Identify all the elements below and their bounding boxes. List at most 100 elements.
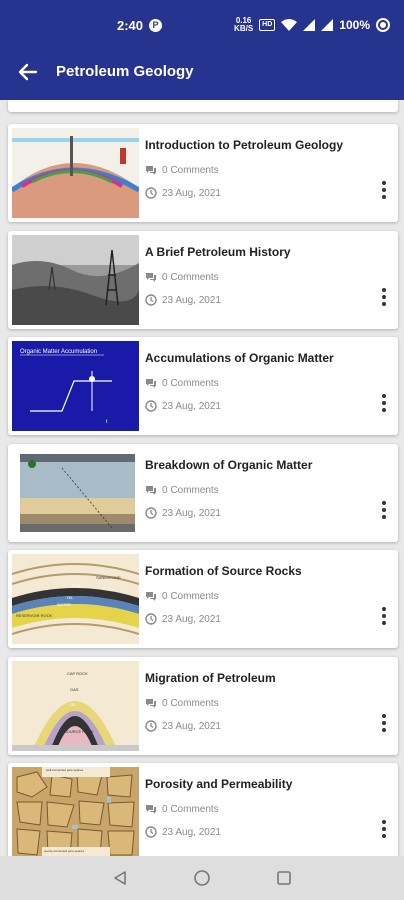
article-thumbnail: well-connected pore spaces poorly-connec… <box>12 767 139 856</box>
thumb-label-oil: OIL <box>67 595 74 600</box>
article-title: Breakdown of Organic Matter <box>145 458 313 472</box>
comments-count: 0 Comments <box>162 590 219 602</box>
comments-icon <box>146 273 156 282</box>
date-row: 23 Aug, 2021 <box>145 400 221 412</box>
article-card[interactable]: Organic Matter Accumulation t Accumulati… <box>8 337 398 435</box>
article-thumbnail <box>12 448 139 538</box>
comments-count: 0 Comments <box>162 271 219 283</box>
battery-circle-icon <box>376 18 390 32</box>
comments-row: 0 Comments <box>145 484 219 496</box>
article-card[interactable]: CAP ROCK GAS OIL SOURCE ROCK Migration o… <box>8 657 398 755</box>
system-nav-bar <box>0 856 404 900</box>
article-title: A Brief Petroleum History <box>145 245 291 259</box>
article-date: 23 Aug, 2021 <box>162 187 221 199</box>
home-circle-icon[interactable] <box>192 868 212 888</box>
comments-row: 0 Comments <box>145 590 219 602</box>
comments-icon <box>146 592 156 601</box>
thumb-label-water: WATER <box>57 602 71 607</box>
thumb-label-gas: GAS <box>72 583 81 588</box>
comments-count: 0 Comments <box>162 484 219 496</box>
article-card[interactable]: well-connected pore spaces poorly-connec… <box>8 763 398 856</box>
clock-icon <box>145 720 157 732</box>
date-row: 23 Aug, 2021 <box>145 187 221 199</box>
article-thumbnail <box>12 235 139 325</box>
date-row: 23 Aug, 2021 <box>145 720 221 732</box>
more-vert-icon[interactable] <box>376 819 392 839</box>
article-thumbnail: Organic Matter Accumulation t <box>12 341 139 431</box>
article-date: 23 Aug, 2021 <box>162 613 221 625</box>
comments-icon <box>146 805 156 814</box>
clock-icon <box>145 294 157 306</box>
comments-row: 0 Comments <box>145 271 219 283</box>
wifi-icon <box>281 19 298 31</box>
article-title: Migration of Petroleum <box>145 671 276 685</box>
comments-row: 0 Comments <box>145 377 219 389</box>
article-card[interactable]: Breakdown of Organic Matter 0 Comments 2… <box>8 444 398 542</box>
article-date: 23 Aug, 2021 <box>162 826 221 838</box>
thumb-label-gas: GAS <box>70 687 79 692</box>
comments-icon <box>146 166 156 175</box>
thumb-label-reservoir: RESERVOIR ROCK <box>16 613 52 618</box>
comments-icon <box>146 699 156 708</box>
article-card[interactable]: GAS OIL WATER RESERVOIR ROCK SANDSTONE F… <box>8 550 398 648</box>
page-title: Petroleum Geology <box>56 63 194 80</box>
app-bar: Petroleum Geology <box>0 44 404 100</box>
recents-square-icon[interactable] <box>274 868 294 888</box>
arrow-left-icon[interactable] <box>14 58 42 86</box>
clock-icon <box>145 613 157 625</box>
clock-icon <box>145 826 157 838</box>
more-vert-icon[interactable] <box>376 393 392 413</box>
status-time: 2:40 <box>117 18 144 33</box>
comments-count: 0 Comments <box>162 803 219 815</box>
clock-icon <box>145 187 157 199</box>
previous-card-edge <box>8 100 398 112</box>
comments-row: 0 Comments <box>145 164 219 176</box>
more-vert-icon[interactable] <box>376 606 392 626</box>
thumb-label-source-rock: SOURCE ROCK <box>64 729 94 734</box>
article-thumbnail: CAP ROCK GAS OIL SOURCE ROCK <box>12 661 139 751</box>
network-speed-unit: KB/S <box>234 24 254 33</box>
article-thumbnail <box>12 128 139 218</box>
thumb-label-sandstone: SANDSTONE <box>96 575 121 580</box>
notification-p-icon: P <box>149 19 162 32</box>
clock-icon <box>145 400 157 412</box>
article-date: 23 Aug, 2021 <box>162 294 221 306</box>
thumb-label-well-connected: well-connected pore spaces <box>46 768 84 772</box>
comments-icon <box>146 379 156 388</box>
more-vert-icon[interactable] <box>376 180 392 200</box>
article-title: Introduction to Petroleum Geology <box>145 138 343 152</box>
more-vert-icon[interactable] <box>376 500 392 520</box>
thumbnail-heading: Organic Matter Accumulation <box>20 349 97 355</box>
article-title: Formation of Source Rocks <box>145 564 302 578</box>
hd-icon: HD <box>259 19 276 31</box>
article-card[interactable]: Introduction to Petroleum Geology 0 Comm… <box>8 124 398 222</box>
date-row: 23 Aug, 2021 <box>145 294 221 306</box>
comments-count: 0 Comments <box>162 164 219 176</box>
date-row: 23 Aug, 2021 <box>145 613 221 625</box>
more-vert-icon[interactable] <box>376 287 392 307</box>
date-row: 23 Aug, 2021 <box>145 507 221 519</box>
article-date: 23 Aug, 2021 <box>162 400 221 412</box>
article-date: 23 Aug, 2021 <box>162 720 221 732</box>
article-date: 23 Aug, 2021 <box>162 507 221 519</box>
status-icons: 0.16 KB/S HD 100% <box>234 17 390 33</box>
comments-row: 0 Comments <box>145 697 219 709</box>
article-list[interactable]: Introduction to Petroleum Geology 0 Comm… <box>0 100 404 856</box>
battery-percent: 100% <box>339 18 370 32</box>
comments-icon <box>146 486 156 495</box>
signal-icon <box>303 19 316 31</box>
comments-row: 0 Comments <box>145 803 219 815</box>
more-vert-icon[interactable] <box>376 713 392 733</box>
article-title: Accumulations of Organic Matter <box>145 351 334 365</box>
thumb-label-oil: OIL <box>70 702 77 707</box>
signal-2-icon <box>321 19 334 31</box>
thumb-label-poorly-connected: poorly-connected pore spaces <box>44 849 85 853</box>
clock-icon <box>145 507 157 519</box>
network-speed: 0.16 KB/S <box>234 17 253 33</box>
article-card[interactable]: A Brief Petroleum History 0 Comments 23 … <box>8 231 398 329</box>
thumb-label-cap-rock: CAP ROCK <box>67 671 88 676</box>
back-triangle-icon[interactable] <box>110 868 130 888</box>
comments-count: 0 Comments <box>162 377 219 389</box>
date-row: 23 Aug, 2021 <box>145 826 221 838</box>
article-thumbnail: GAS OIL WATER RESERVOIR ROCK SANDSTONE <box>12 554 139 644</box>
